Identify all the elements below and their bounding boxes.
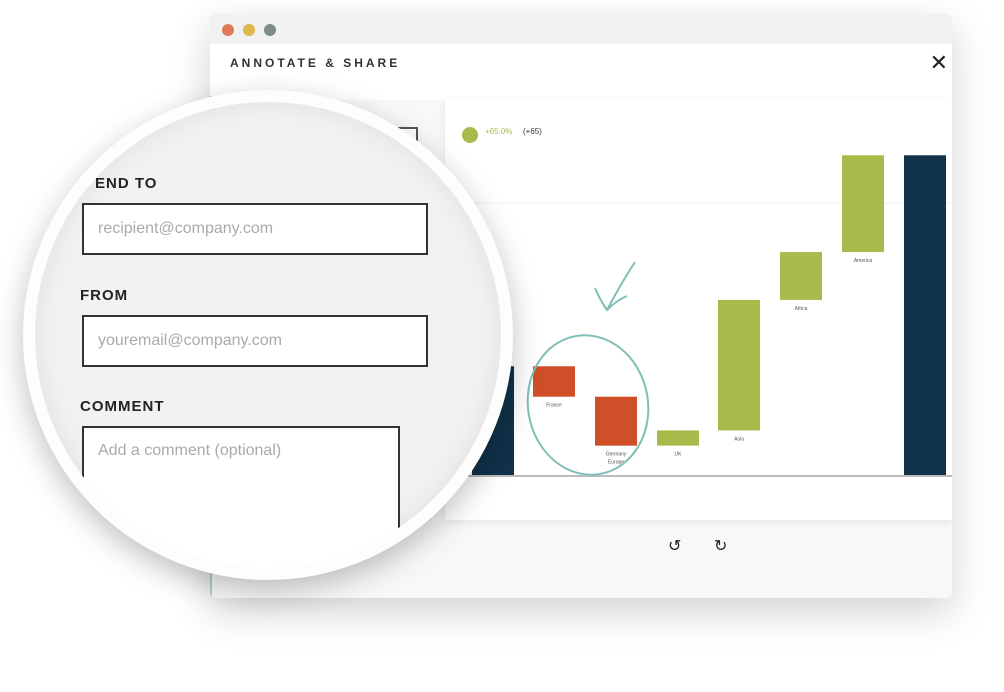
kpi-icon: [462, 127, 478, 143]
magnifier-lens: END TO FROM COMMENT: [23, 90, 513, 580]
bar-france[interactable]: [533, 366, 575, 397]
title-bar: [210, 14, 952, 44]
minimize-window-dot[interactable]: [243, 24, 255, 36]
close-window-dot[interactable]: [222, 24, 234, 36]
kpi-change-abs: (+65): [523, 127, 542, 136]
category-label: America: [854, 258, 873, 264]
maximize-window-dot[interactable]: [264, 24, 276, 36]
category-label: Africa: [795, 306, 808, 312]
waterfall-chart[interactable]: +65.0% (+65) FranceGermanyEuropeUKAsiaAf…: [445, 100, 952, 520]
dialog-title: ANNOTATE & SHARE: [230, 56, 401, 70]
redo-icon[interactable]: ↻: [714, 536, 727, 556]
bar-germany-europe[interactable]: [595, 396, 637, 446]
kpi-change-pct: +65.0%: [485, 127, 512, 136]
from-input[interactable]: [82, 315, 428, 367]
close-icon[interactable]: ✕: [930, 50, 948, 76]
undo-icon[interactable]: ↺: [668, 536, 681, 556]
bar-total-7[interactable]: [904, 155, 946, 475]
category-label: Asia: [734, 436, 744, 442]
bar-america[interactable]: [842, 155, 884, 253]
comment-label: COMMENT: [80, 398, 165, 415]
bar-africa[interactable]: [780, 252, 822, 300]
bar-uk[interactable]: [657, 430, 699, 446]
send-to-label: END TO: [95, 175, 158, 192]
chart-panel[interactable]: +65.0% (+65) France Germany Europe UK Asia Af…: [445, 100, 952, 520]
category-label: Germany: [606, 452, 627, 458]
category-label: France: [546, 403, 562, 409]
category-label: UK: [675, 452, 683, 458]
annotation-arrow: [594, 261, 636, 312]
dialog-header: ANNOTATE & SHARE ✕: [210, 44, 952, 100]
annotation-circle: [526, 334, 650, 476]
from-label: FROM: [80, 287, 129, 304]
comment-textarea[interactable]: [82, 426, 400, 568]
send-to-input[interactable]: [82, 203, 428, 255]
bar-asia[interactable]: [718, 299, 760, 431]
